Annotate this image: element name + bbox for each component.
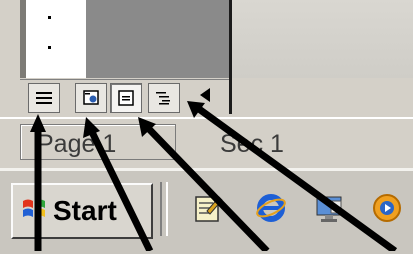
outline-view-icon xyxy=(155,90,173,106)
internet-explorer-icon xyxy=(254,194,288,229)
quick-launch-desktop[interactable] xyxy=(313,191,347,225)
start-label: Start xyxy=(53,195,117,226)
window-left-edge xyxy=(0,0,20,78)
windows-logo-icon xyxy=(21,196,47,227)
taskbar-separator xyxy=(160,182,168,236)
media-player-icon xyxy=(370,194,404,229)
print-layout-view-button[interactable] xyxy=(110,83,142,113)
start-button[interactable]: Start xyxy=(11,183,153,239)
desktop-icon xyxy=(313,196,347,229)
outline-view-button[interactable] xyxy=(148,83,180,113)
quick-launch-notepad[interactable] xyxy=(191,191,225,225)
triangle-left-icon xyxy=(198,86,212,109)
normal-view-button[interactable] xyxy=(28,83,60,113)
status-section-text: Sec 1 xyxy=(220,130,284,158)
quick-launch-media-player[interactable] xyxy=(370,191,404,225)
normal-view-icon xyxy=(35,90,53,106)
notepad-icon xyxy=(191,196,225,229)
horizontal-scrollbar-divider xyxy=(229,0,232,114)
ruler-tick xyxy=(48,46,51,49)
document-workspace xyxy=(86,0,229,78)
quick-launch-internet-explorer[interactable] xyxy=(254,191,288,225)
document-background xyxy=(229,0,413,78)
ruler-tick xyxy=(48,16,51,19)
scroll-left-button[interactable] xyxy=(192,83,218,111)
web-layout-view-button[interactable] xyxy=(75,83,107,113)
web-layout-icon xyxy=(82,90,100,106)
document-page-edge xyxy=(26,0,86,78)
status-page-text: Page 1 xyxy=(37,130,117,158)
print-layout-icon xyxy=(117,90,135,106)
